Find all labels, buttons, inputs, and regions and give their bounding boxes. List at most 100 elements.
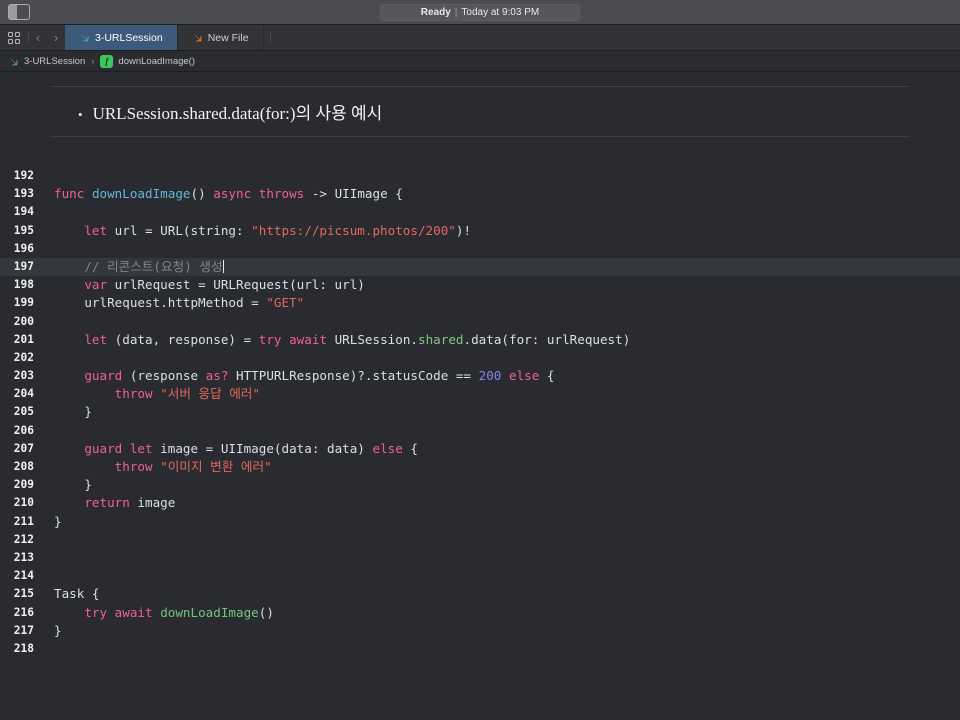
code-line[interactable]: 195 let url = URL(string: "https://picsu… <box>0 222 960 240</box>
tab-3-urlsession[interactable]: 3-URLSession <box>65 25 178 50</box>
code-line[interactable]: 204 throw "서버 응답 에러" <box>0 385 960 403</box>
code-line-text: guard let image = UIImage(data: data) el… <box>36 440 418 458</box>
tab-new-file[interactable]: New File <box>178 25 264 50</box>
code-token <box>54 277 84 292</box>
code-line[interactable]: 214 <box>0 567 960 585</box>
line-number: 201 <box>0 331 36 349</box>
code-token: () <box>191 186 214 201</box>
code-line[interactable]: 196 <box>0 240 960 258</box>
forward-chevron-icon[interactable]: › <box>47 25 65 50</box>
code-token: async throws <box>213 186 304 201</box>
code-line-text: func downLoadImage() async throws -> UII… <box>36 185 403 203</box>
code-token: urlRequest.httpMethod = <box>54 295 266 310</box>
code-token: guard <box>84 368 122 383</box>
line-number: 218 <box>0 640 36 658</box>
code-token: )! <box>456 223 471 238</box>
code-token: urlRequest = URLRequest(url: url) <box>107 277 365 292</box>
line-number: 208 <box>0 458 36 476</box>
code-token: (response <box>122 368 205 383</box>
code-token: let <box>84 332 107 347</box>
swift-file-icon <box>192 32 203 43</box>
code-line[interactable]: 202 <box>0 349 960 367</box>
code-line[interactable]: 193func downLoadImage() async throws -> … <box>0 185 960 203</box>
line-number: 192 <box>0 167 36 185</box>
sidebar-toggle-icon[interactable] <box>8 4 30 20</box>
code-token <box>54 605 84 620</box>
code-line[interactable]: 210 return image <box>0 494 960 512</box>
tab-label: New File <box>208 32 249 44</box>
code-line[interactable]: 192 <box>0 167 960 185</box>
code-line-text: try await downLoadImage() <box>36 604 274 622</box>
code-line[interactable]: 199 urlRequest.httpMethod = "GET" <box>0 294 960 312</box>
breadcrumb-item-file[interactable]: 3-URLSession <box>24 56 85 67</box>
code-line[interactable]: 198 var urlRequest = URLRequest(url: url… <box>0 276 960 294</box>
function-icon: f <box>100 55 113 68</box>
line-number: 195 <box>0 222 36 240</box>
code-line[interactable]: 217} <box>0 622 960 640</box>
code-token: "서버 응답 에러" <box>160 386 260 401</box>
line-number: 207 <box>0 440 36 458</box>
code-line[interactable]: 218 <box>0 640 960 658</box>
line-number: 203 <box>0 367 36 385</box>
code-line[interactable]: 212 <box>0 531 960 549</box>
code-line[interactable]: 194 <box>0 203 960 221</box>
code-line-text: urlRequest.httpMethod = "GET" <box>36 294 304 312</box>
line-number: 216 <box>0 604 36 622</box>
code-token: () <box>259 605 274 620</box>
line-number: 209 <box>0 476 36 494</box>
line-number: 193 <box>0 185 36 203</box>
line-number: 194 <box>0 203 36 221</box>
code-token: { <box>403 441 418 456</box>
code-line[interactable]: 205 } <box>0 403 960 421</box>
code-line-text: guard (response as? HTTPURLResponse)?.st… <box>36 367 555 385</box>
code-line[interactable]: 200 <box>0 313 960 331</box>
code-line[interactable]: 216 try await downLoadImage() <box>0 604 960 622</box>
code-line-text: return image <box>36 494 175 512</box>
code-token: 200 <box>479 368 502 383</box>
tab-grid-button[interactable] <box>0 25 28 50</box>
code-line-text: let url = URL(string: "https://picsum.ph… <box>36 222 471 240</box>
code-line[interactable]: 201 let (data, response) = try await URL… <box>0 331 960 349</box>
code-line-text: var urlRequest = URLRequest(url: url) <box>36 276 365 294</box>
code-token: downLoadImage <box>92 186 191 201</box>
line-number: 205 <box>0 403 36 421</box>
code-token: .data(for: urlRequest) <box>464 332 631 347</box>
line-number: 215 <box>0 585 36 603</box>
code-token: try await <box>259 332 327 347</box>
text-cursor <box>223 260 224 273</box>
code-line-text: } <box>36 403 92 421</box>
code-line[interactable]: 197 // 리콘스트(요청) 생성 <box>0 258 960 276</box>
back-chevron-icon[interactable]: ‹ <box>29 25 47 50</box>
code-token <box>54 441 84 456</box>
code-editor[interactable]: • URLSession.shared.data(for:)의 사용 예시 19… <box>0 72 960 719</box>
code-line[interactable]: 209 } <box>0 476 960 494</box>
bullet-icon: • <box>78 108 83 121</box>
code-token <box>54 495 84 510</box>
code-line[interactable]: 213 <box>0 549 960 567</box>
code-line[interactable]: 203 guard (response as? HTTPURLResponse)… <box>0 367 960 385</box>
line-number: 210 <box>0 494 36 512</box>
breadcrumb-item-function[interactable]: downLoadImage() <box>118 56 195 67</box>
swift-file-icon <box>8 56 19 67</box>
code-line-text: throw "이미지 변환 에러" <box>36 458 272 476</box>
code-line[interactable]: 207 guard let image = UIImage(data: data… <box>0 440 960 458</box>
tab-bar: ‹ › 3-URLSession New File <box>0 25 960 51</box>
code-line[interactable]: 215Task { <box>0 585 960 603</box>
line-number: 213 <box>0 549 36 567</box>
code-token <box>54 459 115 474</box>
line-number: 196 <box>0 240 36 258</box>
grid-icon <box>8 32 20 44</box>
code-line[interactable]: 211} <box>0 513 960 531</box>
tabbar-divider-2 <box>270 32 271 43</box>
code-token: (data, response) = <box>107 332 259 347</box>
code-token: { <box>539 368 554 383</box>
code-line-list[interactable]: 192193func downLoadImage() async throws … <box>0 167 960 658</box>
code-line[interactable]: 208 throw "이미지 변환 에러" <box>0 458 960 476</box>
annotation-text: URLSession.shared.data(for:)의 사용 예시 <box>93 99 383 124</box>
status-time: Today at 9:03 PM <box>461 7 539 18</box>
code-line[interactable]: 206 <box>0 422 960 440</box>
toolbar: Ready | Today at 9:03 PM <box>0 0 960 25</box>
editor-top-spacer <box>0 72 960 86</box>
annotation-gap <box>0 137 960 167</box>
code-token: try await <box>84 605 152 620</box>
